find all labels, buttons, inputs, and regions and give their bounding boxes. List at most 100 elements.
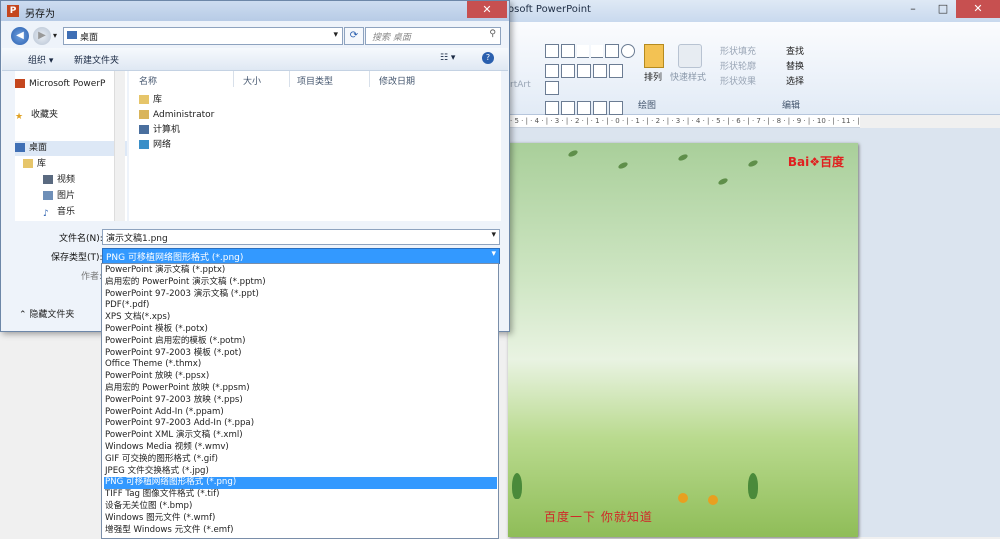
savetype-option[interactable]: JPEG 文件交换格式 (*.jpg) (104, 466, 497, 478)
savetype-option[interactable]: 增强型 Windows 元文件 (*.emf) (104, 525, 497, 537)
savetype-option[interactable]: 启用宏的 PowerPoint 演示文稿 (*.pptm) (104, 277, 497, 289)
savetype-option[interactable]: PowerPoint 97-2003 Add-In (*.ppa) (104, 418, 497, 430)
dialog-toolbar: 组织 ▾ 新建文件夹 ☷ ▾ ? (2, 48, 508, 71)
dialog-title: 另存为 (25, 9, 55, 20)
savetype-option[interactable]: Windows 图元文件 (*.wmf) (104, 513, 497, 525)
arrange-button[interactable]: 排列 (644, 70, 662, 83)
savetype-option[interactable]: PowerPoint 97-2003 模板 (*.pot) (104, 348, 497, 360)
leaf-decoration (567, 149, 579, 158)
savetype-option[interactable]: PNG 可移植网络图形格式 (*.png) (104, 477, 497, 490)
savetype-label: 保存类型(T): (51, 253, 103, 263)
arrange-icon (644, 44, 664, 68)
author-label: 作者: (81, 272, 103, 282)
savetype-select[interactable]: PNG 可移植网络图形格式 (*.png) ▾ (102, 248, 500, 264)
savetype-option[interactable]: PowerPoint 启用宏的模板 (*.potm) (104, 336, 497, 348)
quick-styles-button[interactable]: 快速样式 (670, 70, 706, 83)
savetype-option[interactable]: 启用宏的 PowerPoint 放映 (*.ppsm) (104, 383, 497, 395)
chevron-down-icon[interactable]: ▾ (491, 249, 496, 259)
savetype-option[interactable]: PowerPoint Add-In (*.ppam) (104, 407, 497, 419)
shape-outline-button[interactable]: 形状轮廓 (720, 59, 756, 72)
picture-icon (43, 191, 53, 200)
editing-group-label: 编辑 (782, 101, 801, 111)
pinwheel-decoration (708, 495, 718, 505)
savetype-option[interactable]: PowerPoint 演示文稿 (*.pptx) (104, 265, 497, 277)
column-divider[interactable] (369, 71, 370, 87)
savetype-option[interactable]: Office Theme (*.thmx) (104, 359, 497, 371)
nav-scrollbar[interactable] (114, 71, 125, 221)
leaf-decoration (717, 177, 729, 186)
column-divider[interactable] (233, 71, 234, 87)
column-divider[interactable] (289, 71, 290, 87)
filename-label: 文件名(N): (59, 234, 103, 244)
savetype-option[interactable]: TIFF Tag 图像文件格式 (*.tif) (104, 489, 497, 501)
leaf-decoration (747, 159, 759, 168)
video-icon (43, 175, 53, 184)
forward-button[interactable]: ▶ (33, 27, 51, 45)
smartart-label: rtArt (510, 80, 531, 90)
replace-button[interactable]: 替换 (786, 59, 804, 72)
view-options-icon[interactable]: ☷ ▾ (440, 53, 455, 63)
star-icon: ★ (15, 112, 24, 122)
savetype-option[interactable]: XPS 文档(*.xps) (104, 312, 497, 324)
savetype-dropdown-list: PowerPoint 演示文稿 (*.pptx) 启用宏的 PowerPoint … (101, 263, 499, 539)
nav-item-desktop[interactable]: 桌面 (15, 141, 127, 156)
column-header-name[interactable]: 名称 (139, 74, 157, 87)
file-item-administrator[interactable]: Administrator (139, 108, 214, 122)
recent-pages-dropdown[interactable]: ▾ (53, 31, 57, 40)
leaf-decoration (617, 161, 629, 170)
column-header-type[interactable]: 项目类型 (297, 74, 333, 87)
address-bar: ◀ ▶ ▾ 桌面 ▾ ⟳ 搜索 桌面 ⚲ (9, 25, 501, 45)
close-button[interactable]: ✕ (956, 0, 1000, 18)
nav-item-favorites[interactable]: ★ 收藏夹 (15, 108, 127, 123)
address-dropdown-icon[interactable]: ▾ (333, 30, 338, 40)
nav-item-powerpoint[interactable]: Microsoft PowerP (15, 77, 127, 92)
find-button[interactable]: 查找 (786, 44, 804, 57)
desktop-icon (15, 143, 25, 152)
new-folder-button[interactable]: 新建文件夹 (74, 53, 119, 66)
back-button[interactable]: ◀ (11, 27, 29, 45)
search-input[interactable]: 搜索 桌面 ⚲ (365, 27, 501, 45)
column-header-modified[interactable]: 修改日期 (379, 74, 415, 87)
filename-value: 演示文稿1.png (106, 234, 168, 244)
savetype-option[interactable]: Windows Media 视频 (*.wmv) (104, 442, 497, 454)
savetype-option[interactable]: PowerPoint 模板 (*.potx) (104, 324, 497, 336)
shape-effects-button[interactable]: 形状效果 (720, 74, 756, 87)
file-item-network[interactable]: 网络 (139, 138, 171, 152)
help-icon[interactable]: ? (482, 52, 494, 64)
select-button[interactable]: 选择 (786, 74, 804, 87)
minimize-button[interactable]: – (898, 0, 928, 18)
dialog-close-button[interactable]: ✕ (467, 1, 507, 18)
savetype-option[interactable]: PDF(*.pdf) (104, 300, 497, 312)
maximize-button[interactable]: □ (928, 0, 958, 18)
dialog-titlebar[interactable]: P 另存为 ✕ (1, 1, 509, 21)
savetype-option[interactable]: 设备无关位图 (*.bmp) (104, 501, 497, 513)
refresh-button[interactable]: ⟳ (344, 27, 364, 45)
filename-input[interactable]: 演示文稿1.png ▾ (102, 229, 500, 245)
savetype-option[interactable]: GIF 可交换的图形格式 (*.gif) (104, 454, 497, 466)
shape-fill-button[interactable]: 形状填充 (720, 44, 756, 57)
quick-styles-icon (678, 44, 702, 68)
savetype-option[interactable]: PowerPoint 97-2003 放映 (*.pps) (104, 395, 497, 407)
file-item-library[interactable]: 库 (139, 93, 162, 107)
desktop-icon (67, 31, 77, 39)
savetype-option[interactable]: PowerPoint XML 演示文稿 (*.xml) (104, 430, 497, 442)
search-icon: ⚲ (489, 29, 496, 39)
library-icon (139, 95, 149, 104)
file-list: 名称 大小 项目类型 修改日期 库 Administrator 计算机 网络 (129, 71, 501, 221)
address-box[interactable]: 桌面 ▾ (63, 27, 343, 45)
savetype-value: PNG 可移植网络图形格式 (*.png) (106, 253, 244, 263)
hide-folders-toggle[interactable]: ⌃ 隐藏文件夹 (19, 307, 74, 320)
savetype-option[interactable]: PowerPoint 放映 (*.ppsx) (104, 371, 497, 383)
organize-button[interactable]: 组织 ▾ (28, 53, 53, 66)
pinwheel-decoration (678, 493, 688, 503)
chevron-down-icon[interactable]: ▾ (491, 230, 496, 240)
navigation-pane: Microsoft PowerP ★ 收藏夹 桌面 库 视频 图片 ♪ 音乐 (15, 71, 127, 221)
savetype-option[interactable]: PowerPoint 97-2003 演示文稿 (*.ppt) (104, 289, 497, 301)
slide-canvas[interactable]: Bai❖百度 百度一下 你就知道 (508, 143, 858, 537)
library-icon (23, 159, 33, 168)
column-header-size[interactable]: 大小 (243, 74, 261, 87)
network-icon (139, 140, 149, 149)
powerpoint-icon: P (7, 5, 19, 17)
file-item-computer[interactable]: 计算机 (139, 123, 180, 137)
music-icon: ♪ (43, 209, 49, 219)
